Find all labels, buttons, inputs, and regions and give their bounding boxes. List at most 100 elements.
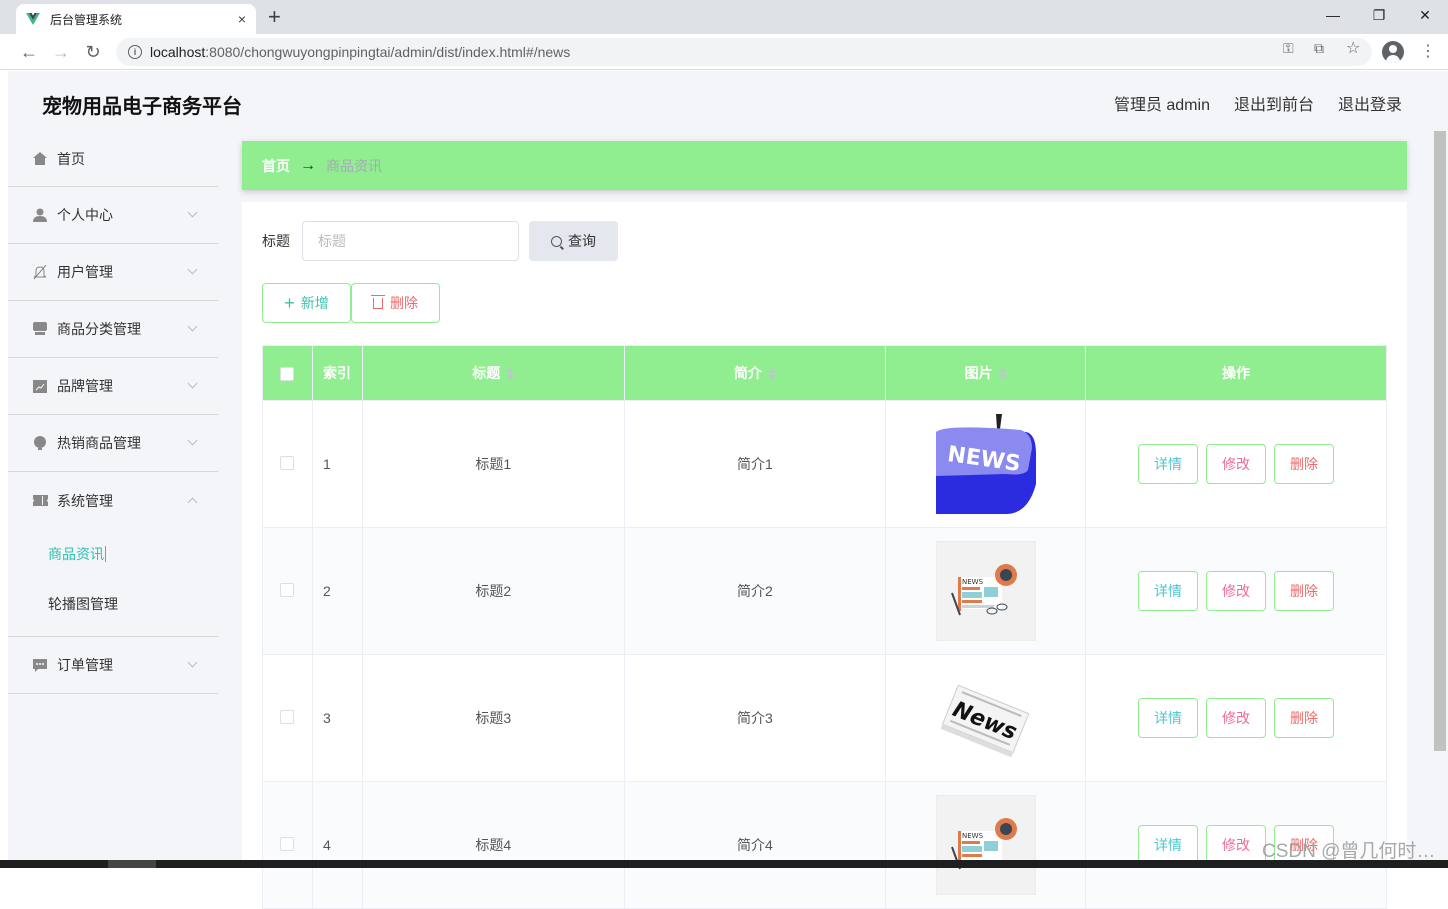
- sidebar-item-label: 订单管理: [57, 657, 113, 673]
- reload-button[interactable]: ↻: [80, 39, 106, 65]
- translate-icon[interactable]: ⧉: [1314, 40, 1324, 57]
- sidebar-item-label: 用户管理: [57, 264, 113, 280]
- address-bar[interactable]: i localhost:8080/chongwuyongpinpingtai/a…: [116, 38, 1372, 66]
- search-icon: [551, 235, 562, 247]
- app-header: 宠物用品电子商务平台 管理员 admin 退出到前台 退出登录: [8, 71, 1440, 131]
- column-header-image[interactable]: 图片: [885, 345, 1087, 401]
- row-checkbox[interactable]: [280, 836, 295, 851]
- row-checkbox[interactable]: [280, 709, 295, 724]
- cell-actions: 详情 修改 删除: [1085, 527, 1387, 655]
- row-select-cell: [262, 400, 313, 528]
- sidebar-item-orders[interactable]: 订单管理: [8, 637, 218, 694]
- table-header-row: 索引 标题 简介 图片 操作: [262, 345, 1387, 401]
- cell-intro: 简介2: [623, 527, 887, 655]
- row-select-cell: [262, 781, 313, 909]
- chevron-down-icon: [187, 657, 198, 668]
- news-table: 索引 标题 简介 图片 操作 1 标题1 简介1 NEWS 详情 修改 删除 2…: [262, 345, 1387, 909]
- page-scrollbar[interactable]: [1433, 131, 1447, 860]
- search-form: 标题 查询: [262, 221, 618, 261]
- sidebar-item-home[interactable]: 首页: [8, 131, 218, 187]
- news-keyboard-image[interactable]: NEWS: [935, 414, 1036, 514]
- row-delete-button[interactable]: 删除: [1274, 571, 1335, 611]
- profile-avatar-icon[interactable]: [1382, 41, 1404, 63]
- cell-intro: 简介3: [623, 654, 887, 782]
- edit-button[interactable]: 修改: [1206, 444, 1267, 484]
- minimize-button[interactable]: —: [1310, 0, 1356, 30]
- browser-menu-icon[interactable]: ⋮: [1420, 42, 1436, 62]
- select-all-cell: [262, 345, 313, 401]
- home-icon: [32, 151, 48, 167]
- sidebar-item-hot-products[interactable]: 热销商品管理: [8, 415, 218, 472]
- row-delete-button[interactable]: 删除: [1274, 444, 1335, 484]
- title-search-input[interactable]: [302, 221, 519, 261]
- edit-button[interactable]: 修改: [1206, 698, 1267, 738]
- sidebar-subitem-label: 轮播图管理: [48, 596, 118, 612]
- detail-button[interactable]: 详情: [1138, 444, 1199, 484]
- key-icon[interactable]: ⚿: [1283, 40, 1294, 57]
- chevron-down-icon: [187, 207, 198, 218]
- forward-button[interactable]: →: [48, 39, 74, 65]
- cell-title: 标题3: [361, 654, 625, 782]
- plus-icon: +: [284, 292, 295, 313]
- search-button[interactable]: 查询: [529, 221, 618, 261]
- newspaper-image[interactable]: News: [935, 668, 1036, 768]
- detail-button[interactable]: 详情: [1138, 571, 1199, 611]
- row-checkbox[interactable]: [280, 582, 295, 597]
- back-button[interactable]: ←: [16, 39, 42, 65]
- row-checkbox[interactable]: [280, 455, 295, 470]
- sidebar-item-category[interactable]: 商品分类管理: [8, 301, 218, 358]
- sort-icon[interactable]: [767, 367, 776, 381]
- column-header-title[interactable]: 标题: [361, 345, 625, 401]
- edit-button[interactable]: 修改: [1206, 571, 1267, 611]
- cell-actions: 详情 修改 删除: [1085, 654, 1387, 782]
- sidebar: 首页 个人中心 用户管理 商品分类管理 品牌管理 热销商品管理 系统管理 商品资…: [8, 131, 218, 860]
- sidebar-subitem-news[interactable]: 商品资讯: [8, 529, 218, 579]
- news-illustration-image[interactable]: NEWS: [935, 795, 1036, 895]
- browser-tab[interactable]: 后台管理系统 ×: [16, 4, 256, 34]
- chevron-down-icon: [187, 435, 198, 446]
- news-illustration-image[interactable]: NEWS: [935, 541, 1036, 641]
- bookmark-star-icon[interactable]: ☆: [1346, 38, 1360, 58]
- table-row: 2 标题2 简介2 NEWS 详情 修改 删除: [262, 527, 1387, 655]
- content-panel: 标题 查询 + 新增 删除 索引 标题: [242, 202, 1407, 909]
- sort-icon[interactable]: [506, 367, 515, 381]
- detail-button[interactable]: 详情: [1138, 825, 1199, 865]
- sort-icon[interactable]: [998, 367, 1007, 381]
- table-row: 3 标题3 简介3 News 详情 修改 删除: [262, 654, 1387, 782]
- column-header-actions: 操作: [1085, 345, 1387, 401]
- sidebar-item-label: 商品分类管理: [57, 321, 141, 337]
- sidebar-item-brand[interactable]: 品牌管理: [8, 358, 218, 415]
- batch-delete-button[interactable]: 删除: [351, 283, 440, 323]
- site-info-icon[interactable]: i: [128, 45, 142, 59]
- cell-index: 4: [311, 781, 363, 909]
- tab-close-icon[interactable]: ×: [238, 11, 246, 27]
- url-host: localhost: [150, 44, 206, 60]
- sidebar-item-system[interactable]: 系统管理: [8, 472, 218, 529]
- sidebar-subitem-carousel[interactable]: 轮播图管理: [8, 579, 218, 629]
- sidebar-item-profile[interactable]: 个人中心: [8, 187, 218, 244]
- sidebar-group-system: 系统管理 商品资讯 轮播图管理: [8, 472, 218, 637]
- edit-button[interactable]: 修改: [1206, 825, 1267, 865]
- logout-link[interactable]: 退出登录: [1338, 91, 1402, 115]
- message-icon: [32, 657, 48, 673]
- detail-button[interactable]: 详情: [1138, 698, 1199, 738]
- action-bar: + 新增 删除: [262, 283, 440, 323]
- column-header-label: 图片: [964, 365, 993, 381]
- restore-button[interactable]: ❐: [1356, 0, 1402, 30]
- watermark-text: CSDN @曾几何时…: [1262, 841, 1436, 862]
- row-select-cell: [262, 527, 313, 655]
- row-delete-button[interactable]: 删除: [1274, 698, 1335, 738]
- sidebar-item-users[interactable]: 用户管理: [8, 244, 218, 301]
- back-to-front-link[interactable]: 退出到前台: [1234, 91, 1314, 115]
- new-tab-button[interactable]: +: [268, 4, 281, 30]
- ticket-icon: [32, 493, 48, 509]
- table-row: 1 标题1 简介1 NEWS 详情 修改 删除: [262, 400, 1387, 528]
- admin-user-label: 管理员 admin: [1113, 97, 1210, 114]
- select-all-checkbox[interactable]: [280, 367, 295, 382]
- scrollbar-thumb[interactable]: [1434, 131, 1446, 751]
- column-header-intro[interactable]: 简介: [623, 345, 887, 401]
- add-button[interactable]: + 新增: [262, 283, 351, 323]
- breadcrumb-home-link[interactable]: 首页: [262, 156, 290, 176]
- close-window-button[interactable]: ✕: [1402, 0, 1448, 30]
- taskbar-item[interactable]: [108, 860, 156, 868]
